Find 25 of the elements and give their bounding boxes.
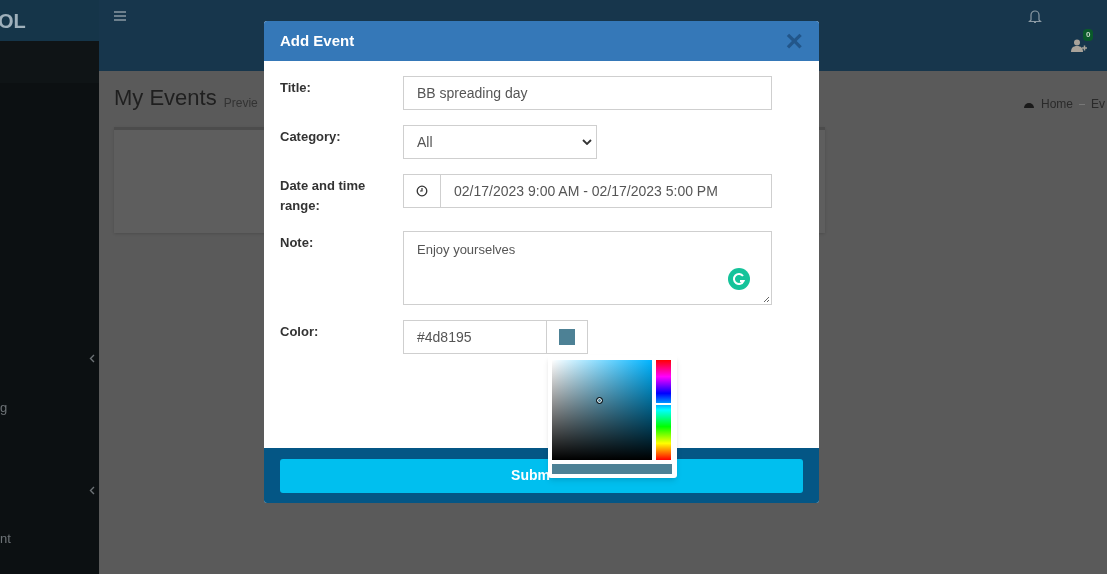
bell-icon[interactable]: [1028, 9, 1042, 24]
saturation-area[interactable]: [552, 360, 652, 460]
field-label: Category:: [280, 128, 342, 146]
clock-icon: [416, 185, 428, 197]
menu-icon[interactable]: [114, 11, 126, 21]
note-textarea[interactable]: Enjoy yourselves: [403, 231, 772, 305]
field-label: Title:: [280, 79, 312, 97]
resize-handle-icon[interactable]: [763, 296, 770, 303]
date-range-input[interactable]: 02/17/2023 9:00 AM - 02/17/2023 5:00 PM: [441, 174, 772, 208]
field-label: Color:: [280, 323, 320, 341]
hue-slider-handle[interactable]: [656, 403, 671, 405]
notification-badge: 0: [1083, 29, 1094, 41]
page-title: My Events: [114, 87, 217, 109]
hue-slider[interactable]: [656, 360, 671, 460]
category-select[interactable]: All: [403, 125, 597, 159]
field-label: Date and time range:: [280, 177, 367, 215]
title-input[interactable]: BB spreading day: [403, 76, 772, 110]
sidebar-item[interactable]: nt: [0, 529, 11, 549]
color-swatch-button[interactable]: [547, 320, 588, 354]
sidebar-item[interactable]: g: [0, 398, 8, 418]
chevron-down-icon: [582, 139, 592, 145]
color-input[interactable]: #4d8195: [403, 320, 547, 354]
field-label: Note:: [280, 234, 315, 252]
modal-title: Add Event: [280, 30, 355, 51]
add-user-icon[interactable]: [1071, 39, 1087, 52]
